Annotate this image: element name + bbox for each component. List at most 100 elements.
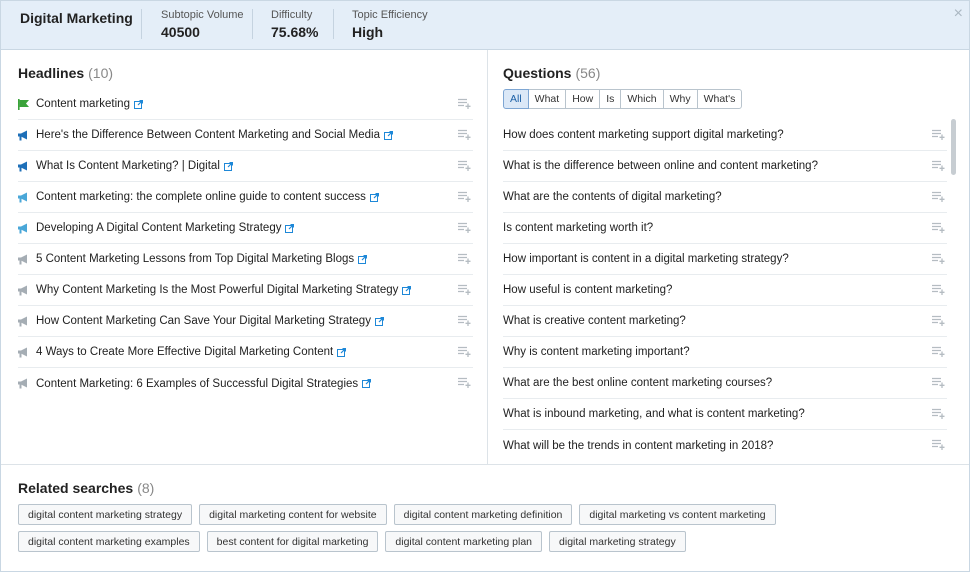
external-link-icon[interactable]	[362, 379, 372, 388]
related-search-tag[interactable]: best content for digital marketing	[206, 531, 379, 552]
headline-row[interactable]: Why Content Marketing Is the Most Powerf…	[18, 275, 473, 306]
question-text[interactable]: What will be the trends in content marke…	[503, 440, 773, 452]
question-row[interactable]: How important is content in a digital ma…	[503, 244, 947, 275]
filter-button-what[interactable]: What	[527, 89, 567, 109]
metric-label: Topic Efficiency	[352, 9, 428, 21]
add-to-list-icon[interactable]	[932, 439, 945, 450]
external-link-icon[interactable]	[402, 285, 412, 295]
add-to-list-icon[interactable]	[932, 222, 945, 233]
external-link-icon[interactable]	[374, 316, 384, 326]
gray-megaphone-icon	[18, 316, 27, 326]
filter-button-how[interactable]: How	[565, 89, 601, 109]
question-row[interactable]: What are the contents of digital marketi…	[503, 182, 947, 213]
add-to-list-icon[interactable]	[458, 98, 471, 109]
related-count: (8)	[137, 480, 155, 496]
external-link-icon[interactable]	[358, 254, 368, 264]
related-search-tag[interactable]: digital marketing content for website	[199, 504, 387, 525]
divider	[252, 9, 253, 39]
gray-megaphone-icon	[18, 378, 27, 389]
headline-text[interactable]: Here's the Difference Between Content Ma…	[36, 129, 380, 141]
headline-text[interactable]: Why Content Marketing Is the Most Powerf…	[36, 284, 398, 296]
question-text[interactable]: What are the best online content marketi…	[503, 377, 772, 389]
headline-row[interactable]: Here's the Difference Between Content Ma…	[18, 120, 473, 151]
question-text[interactable]: How does content marketing support digit…	[503, 129, 784, 141]
related-search-tag[interactable]: digital content marketing plan	[385, 531, 543, 552]
add-to-list-icon[interactable]	[932, 191, 945, 202]
add-to-list-icon[interactable]	[932, 253, 945, 264]
filter-button-all[interactable]: All	[503, 89, 529, 109]
external-link-icon[interactable]	[369, 192, 379, 202]
column-divider	[487, 50, 488, 464]
external-link-icon[interactable]	[383, 130, 393, 140]
external-link-icon[interactable]	[285, 223, 295, 233]
question-filter-group: All What How Is Which Why What's	[503, 89, 743, 109]
related-search-tag[interactable]: digital content marketing examples	[18, 531, 200, 552]
filter-button-is[interactable]: Is	[599, 89, 622, 109]
filter-button-which[interactable]: Which	[620, 89, 664, 109]
add-to-list-icon[interactable]	[932, 408, 945, 419]
question-text[interactable]: What are the contents of digital marketi…	[503, 191, 722, 203]
headline-row[interactable]: What Is Content Marketing? | Digital	[18, 151, 473, 182]
question-text[interactable]: What is creative content marketing?	[503, 315, 686, 327]
add-to-list-icon[interactable]	[458, 284, 471, 295]
headline-row[interactable]: 5 Content Marketing Lessons from Top Dig…	[18, 244, 473, 275]
question-text[interactable]: How important is content in a digital ma…	[503, 253, 789, 265]
headline-text[interactable]: How Content Marketing Can Save Your Digi…	[36, 315, 371, 327]
external-link-icon[interactable]	[223, 161, 233, 171]
add-to-list-icon[interactable]	[458, 377, 471, 388]
question-text[interactable]: How useful is content marketing?	[503, 284, 672, 296]
question-row[interactable]: What is inbound marketing, and what is c…	[503, 399, 947, 430]
add-to-list-icon[interactable]	[932, 129, 945, 140]
add-to-list-icon[interactable]	[932, 346, 945, 357]
question-row[interactable]: What is creative content marketing?	[503, 306, 947, 337]
headline-text[interactable]: 5 Content Marketing Lessons from Top Dig…	[36, 253, 354, 265]
headline-row[interactable]: Developing A Digital Content Marketing S…	[18, 213, 473, 244]
green-flag-icon	[18, 98, 29, 110]
related-search-tag[interactable]: digital content marketing strategy	[18, 504, 193, 525]
question-row[interactable]: What are the best online content marketi…	[503, 368, 947, 399]
headline-row[interactable]: Content marketing: the complete online g…	[18, 182, 473, 213]
question-text[interactable]: What is the difference between online an…	[503, 160, 818, 172]
add-to-list-icon[interactable]	[458, 129, 471, 140]
headline-row[interactable]: Content marketing	[18, 89, 473, 120]
headline-row[interactable]: How Content Marketing Can Save Your Digi…	[18, 306, 473, 337]
headline-row[interactable]: Content Marketing: 6 Examples of Success…	[18, 368, 473, 399]
question-row[interactable]: Is content marketing worth it?	[503, 213, 947, 244]
question-row[interactable]: What will be the trends in content marke…	[503, 430, 947, 461]
headline-row[interactable]: 4 Ways to Create More Effective Digital …	[18, 337, 473, 368]
questions-scrollbar[interactable]	[951, 119, 956, 175]
question-row[interactable]: Why is content marketing important?	[503, 337, 947, 368]
add-to-list-icon[interactable]	[458, 253, 471, 264]
add-to-list-icon[interactable]	[458, 346, 471, 357]
add-to-list-icon[interactable]	[458, 315, 471, 326]
question-row[interactable]: How does content marketing support digit…	[503, 120, 947, 151]
headline-text[interactable]: What Is Content Marketing? | Digital	[36, 160, 220, 172]
topic-title: Digital Marketing	[20, 10, 133, 26]
headline-text[interactable]: 4 Ways to Create More Effective Digital …	[36, 346, 333, 358]
headline-text[interactable]: Developing A Digital Content Marketing S…	[36, 222, 281, 234]
gray-megaphone-icon	[18, 347, 27, 357]
related-search-tag[interactable]: digital marketing vs content marketing	[579, 504, 776, 525]
add-to-list-icon[interactable]	[458, 222, 471, 233]
headline-text[interactable]: Content marketing	[36, 98, 130, 110]
question-row[interactable]: What is the difference between online an…	[503, 151, 947, 182]
question-text[interactable]: What is inbound marketing, and what is c…	[503, 408, 805, 420]
add-to-list-icon[interactable]	[932, 284, 945, 295]
filter-button-whats[interactable]: What's	[696, 89, 743, 109]
add-to-list-icon[interactable]	[458, 160, 471, 171]
question-text[interactable]: Is content marketing worth it?	[503, 222, 653, 234]
question-text[interactable]: Why is content marketing important?	[503, 346, 690, 358]
external-link-icon[interactable]	[133, 99, 143, 109]
add-to-list-icon[interactable]	[932, 315, 945, 326]
add-to-list-icon[interactable]	[458, 191, 471, 202]
filter-button-why[interactable]: Why	[662, 89, 698, 109]
headline-text[interactable]: Content Marketing: 6 Examples of Success…	[36, 378, 358, 390]
add-to-list-icon[interactable]	[932, 377, 945, 388]
related-search-tag[interactable]: digital content marketing definition	[393, 504, 573, 525]
question-row[interactable]: How useful is content marketing?	[503, 275, 947, 306]
headline-text[interactable]: Content marketing: the complete online g…	[36, 191, 366, 203]
close-icon[interactable]: ×	[954, 5, 963, 23]
add-to-list-icon[interactable]	[932, 160, 945, 171]
related-search-tag[interactable]: digital marketing strategy	[549, 531, 686, 552]
external-link-icon[interactable]	[337, 347, 347, 357]
